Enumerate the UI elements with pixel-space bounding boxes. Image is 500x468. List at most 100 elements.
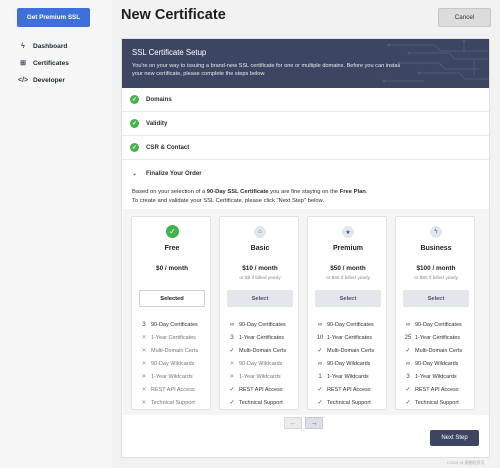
step-label: Finalize Your Order: [146, 169, 202, 177]
feature-count: 3: [142, 321, 146, 328]
feature-label: 1-Year Certificates: [151, 334, 197, 341]
sidebar-item-label: Dashboard: [33, 42, 68, 50]
plan-card-basic: ⌂ Basic $10 / month or $8 if billed yearly S…: [219, 216, 299, 410]
feature-item: 3 1-Year Certificates: [228, 331, 300, 344]
plan-price: $50 / month: [330, 265, 366, 272]
feature-item: 3 1-Year Wildcards: [404, 370, 476, 383]
feature-item: ✓ Multi-Domain Certs: [228, 344, 300, 357]
circuit-decoration: [382, 39, 489, 83]
grid-icon: ⊞: [20, 60, 26, 67]
feature-label: 90-Day Wildcards: [415, 360, 459, 367]
step-domains[interactable]: ✓ Domains: [122, 88, 489, 112]
step-label: Domains: [146, 96, 172, 103]
intro-certificate-type: 90-Day SSL Certificate: [206, 189, 269, 195]
feature-count: 1: [318, 373, 322, 380]
feature-label: Technical Support: [327, 399, 371, 406]
chevron-down-icon: ⌄: [131, 170, 138, 177]
feature-list: 3 90-Day Certificates ✕ 1-Year Certificates…: [140, 318, 212, 409]
carousel-prev-button[interactable]: ←: [284, 417, 302, 429]
sidebar-item-certificates[interactable]: ⊞ Certificates: [18, 57, 69, 69]
intro-text: Based on your selection of a: [132, 189, 207, 195]
check-icon: ✓: [317, 387, 323, 393]
star-icon: ★: [342, 226, 354, 238]
feature-item: ∞ 90-Day Wildcards: [404, 357, 476, 370]
infinity-icon: ∞: [405, 321, 411, 328]
intro-plan-name: Free Plan: [339, 189, 366, 195]
feature-label: 90-Day Certificates: [151, 321, 198, 328]
feature-count: 3: [406, 373, 410, 380]
get-premium-ssl-button[interactable]: Get Premium SSL: [17, 8, 90, 27]
feature-label: 1-Year Certificates: [415, 334, 461, 341]
feature-item: ✕ 1-Year Wildcards: [228, 370, 300, 383]
feature-label: 90-Day Certificates: [327, 321, 374, 328]
watermark: CSDN @ 猿圈程序员: [447, 460, 485, 465]
feature-label: 90-Day Certificates: [415, 321, 462, 328]
feature-label: 1-Year Wildcards: [239, 373, 281, 380]
page-title: New Certificate: [121, 7, 226, 23]
carousel-next-button[interactable]: →: [305, 417, 323, 429]
setup-banner: SSL Certificate Setup You're on your way…: [122, 39, 489, 88]
next-step-button[interactable]: Next Step: [430, 430, 479, 446]
select-plan-button[interactable]: Select: [403, 290, 469, 307]
feature-item: 1 1-Year Wildcards: [316, 370, 388, 383]
cancel-button[interactable]: Cancel: [438, 8, 491, 27]
code-icon: </>: [18, 76, 29, 84]
plan-price: $0 / month: [156, 265, 188, 272]
feature-item: ✕ 1-Year Wildcards: [140, 370, 212, 383]
bolt-icon: ϟ: [21, 42, 25, 50]
feature-label: Multi-Domain Certs: [327, 347, 375, 354]
feature-list: ∞ 90-Day Certificates 3 1-Year Certificates…: [228, 318, 300, 409]
plan-name: Free: [164, 245, 180, 252]
sidebar-item-label: Certificates: [33, 59, 69, 67]
x-icon: ✕: [141, 348, 147, 354]
check-icon: ✓: [166, 225, 179, 238]
feature-item: 10 1-Year Certificates: [316, 331, 388, 344]
feature-label: 90-Day Wildcards: [327, 360, 371, 367]
sidebar: Get Premium SSL ϟ Dashboard ⊞ Certificat…: [0, 0, 112, 468]
check-icon: ✓: [130, 119, 139, 128]
banner-title: SSL Certificate Setup: [132, 48, 207, 57]
feature-item: ✓ REST API Access: [228, 383, 300, 396]
selected-plan-button[interactable]: Selected: [139, 290, 205, 307]
step-finalize-order[interactable]: ⌄ Finalize Your Order: [122, 161, 489, 185]
step-csr-contact[interactable]: ✓ CSR & Contact: [122, 136, 489, 160]
step-label: CSR & Contact: [146, 144, 190, 151]
check-icon: ✓: [405, 348, 411, 354]
feature-label: 1-Year Wildcards: [327, 373, 369, 380]
select-plan-button[interactable]: Select: [315, 290, 381, 307]
step-validity[interactable]: ✓ Validity: [122, 112, 489, 136]
plan-name: Business: [420, 245, 452, 252]
feature-label: REST API Access: [327, 386, 371, 393]
infinity-icon: ∞: [317, 321, 323, 328]
check-icon: ✓: [229, 400, 235, 406]
sidebar-item-developer[interactable]: </> Developer: [18, 74, 65, 86]
check-icon: ✓: [405, 387, 411, 393]
x-icon: ✕: [229, 361, 235, 367]
feature-label: Technical Support: [415, 399, 459, 406]
feature-item: ✓ Multi-Domain Certs: [316, 344, 388, 357]
select-plan-button[interactable]: Select: [227, 290, 293, 307]
feature-list: ∞ 90-Day Certificates 10 1-Year Certificate…: [316, 318, 388, 409]
sidebar-item-dashboard[interactable]: ϟ Dashboard: [18, 40, 67, 52]
feature-item: ✕ 90-Day Wildcards: [228, 357, 300, 370]
check-icon: ✓: [130, 143, 139, 152]
feature-item: 25 1-Year Certificates: [404, 331, 476, 344]
feature-label: 90-Day Certificates: [239, 321, 286, 328]
check-icon: ✓: [229, 348, 235, 354]
finalize-intro: Based on your selection of a 90-Day SSL …: [132, 188, 432, 205]
feature-item: ✕ REST API Access: [140, 383, 212, 396]
feature-item: ✓ Technical Support: [316, 396, 388, 409]
feature-item: ✕ 90-Day Wildcards: [140, 357, 212, 370]
feature-item: ∞ 90-Day Certificates: [316, 318, 388, 331]
feature-item: ✓ Technical Support: [228, 396, 300, 409]
feature-item: ✓ Technical Support: [404, 396, 476, 409]
feature-item: 3 90-Day Certificates: [140, 318, 212, 331]
banner-description: You're on your way to issuing a brand-ne…: [132, 63, 401, 78]
plan-name: Premium: [333, 245, 363, 252]
x-icon: ✕: [141, 387, 147, 393]
infinity-icon: ∞: [229, 321, 235, 328]
feature-label: Multi-Domain Certs: [415, 347, 463, 354]
feature-item: ✓ Multi-Domain Certs: [404, 344, 476, 357]
feature-label: Technical Support: [239, 399, 283, 406]
feature-label: Multi-Domain Certs: [151, 347, 199, 354]
